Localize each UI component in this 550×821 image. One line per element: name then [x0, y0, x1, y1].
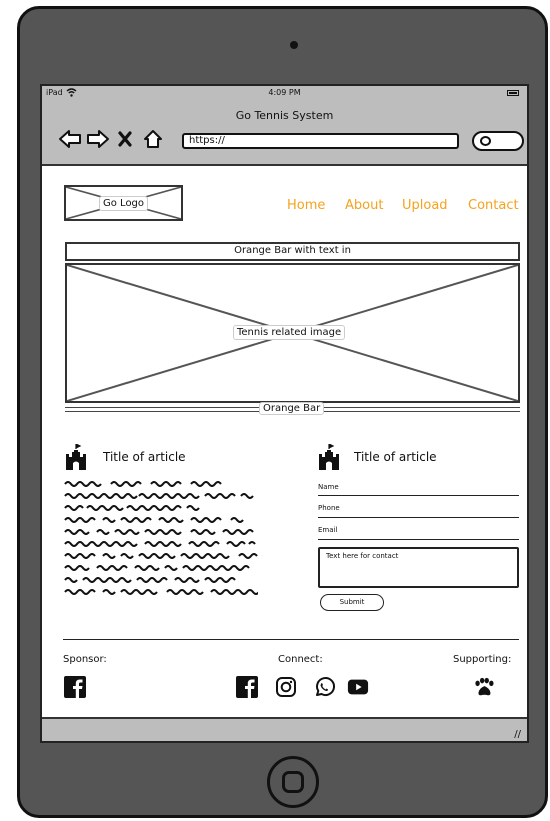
name-label: Name	[318, 483, 339, 491]
name-field[interactable]	[318, 495, 519, 496]
search-button[interactable]	[472, 131, 524, 151]
orange-bar-bottom-label: Orange Bar	[259, 402, 325, 415]
footer-divider	[63, 639, 519, 640]
phone-label: Phone	[318, 504, 340, 512]
logo-placeholder[interactable]: Go Logo	[64, 185, 183, 221]
article-title: Title of article	[103, 450, 186, 464]
browser-toolbar: Go Tennis System https://	[42, 100, 527, 166]
whatsapp-icon[interactable]	[313, 676, 335, 698]
close-icon[interactable]	[114, 128, 136, 150]
phone-field[interactable]	[318, 517, 519, 518]
url-field[interactable]: https://	[182, 133, 459, 149]
clock: 4:09 PM	[268, 88, 301, 97]
facebook-icon[interactable]	[64, 676, 86, 698]
nav-home[interactable]: Home	[287, 198, 325, 213]
battery-icon	[507, 90, 519, 96]
article-body-scribble	[63, 478, 258, 598]
article-title: Title of article	[354, 450, 437, 464]
nav-contact[interactable]: Contact	[468, 198, 519, 213]
home-icon[interactable]	[142, 128, 164, 150]
resize-handle-icon[interactable]: //	[514, 729, 521, 740]
youtube-icon[interactable]	[347, 676, 369, 698]
castle-icon	[319, 444, 339, 470]
submit-button[interactable]: Submit	[320, 594, 384, 611]
nav-about[interactable]: About	[345, 198, 383, 213]
instagram-icon[interactable]	[275, 676, 297, 698]
hero-image-placeholder: Tennis related image	[65, 263, 520, 403]
search-icon	[480, 136, 491, 146]
forward-arrow-icon[interactable]	[86, 128, 109, 150]
camera-dot	[290, 41, 298, 49]
browser-status-bar: //	[42, 717, 527, 741]
browser-title: Go Tennis System	[235, 109, 334, 122]
home-button[interactable]	[267, 756, 319, 808]
status-bar: iPad 4:09 PM	[42, 86, 527, 100]
hero-label: Tennis related image	[233, 325, 346, 340]
nav-upload[interactable]: Upload	[402, 198, 448, 213]
connect-label: Connect:	[278, 654, 323, 665]
castle-icon	[66, 444, 86, 470]
message-textarea[interactable]: Text here for contact	[318, 547, 519, 588]
orange-bar-top: Orange Bar with text in	[65, 242, 520, 261]
paw-icon	[475, 677, 494, 696]
logo-label: Go Logo	[99, 196, 149, 211]
back-arrow-icon[interactable]	[58, 128, 81, 150]
screen: iPad 4:09 PM Go Tennis System https:// G…	[40, 84, 529, 743]
sponsor-label: Sponsor:	[63, 654, 107, 665]
email-label: Email	[318, 526, 338, 534]
email-field[interactable]	[318, 539, 519, 540]
facebook-icon[interactable]	[236, 676, 258, 698]
orange-bar-bottom: Orange Bar	[65, 402, 520, 416]
supporting-label: Supporting:	[453, 654, 512, 665]
